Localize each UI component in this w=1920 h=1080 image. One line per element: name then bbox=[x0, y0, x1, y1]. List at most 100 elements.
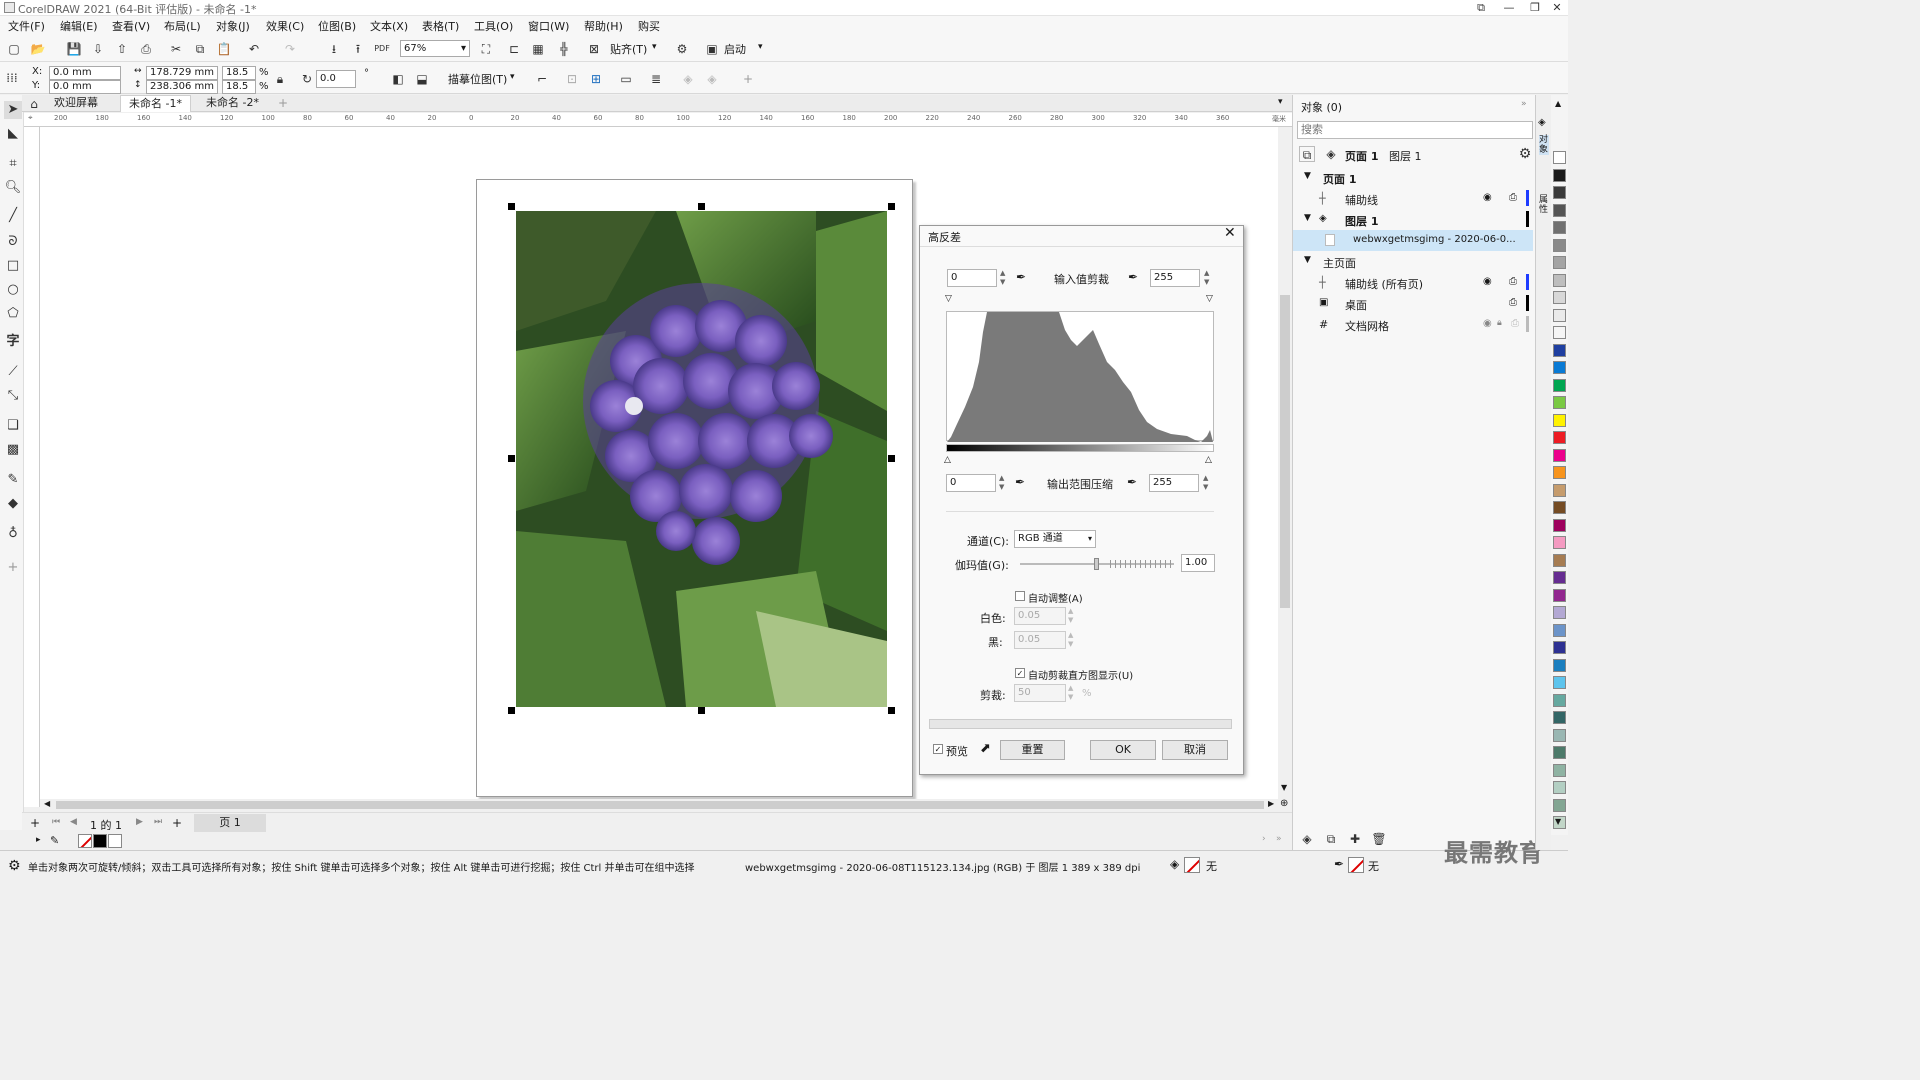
lock-icon[interactable]: 🔒︎ bbox=[1497, 318, 1502, 328]
edit-bitmap-icon[interactable]: ⊡ bbox=[564, 71, 580, 87]
black-spinner-icon[interactable]: ▲ ▼ bbox=[1068, 631, 1073, 649]
palette-swatch[interactable] bbox=[1553, 763, 1566, 777]
swatch-white[interactable] bbox=[108, 834, 122, 848]
export-pdf-icon[interactable]: PDF bbox=[374, 41, 390, 57]
palette-swatch[interactable] bbox=[1553, 273, 1566, 287]
dialog-close-button[interactable]: ✕ bbox=[1224, 225, 1236, 241]
palette-swatch[interactable] bbox=[1553, 606, 1566, 619]
next-page-icon[interactable]: ▶ bbox=[136, 817, 143, 827]
chevron-down-icon[interactable]: ▾ bbox=[758, 42, 763, 52]
first-page-icon[interactable]: ⏮ bbox=[52, 817, 60, 827]
tree-row-bitmap[interactable]: webwxgetmsgimg - 2020-06-0... bbox=[1293, 230, 1533, 251]
window-restore-small-icon[interactable]: ⧉ bbox=[1468, 0, 1494, 16]
transparency-tool-icon[interactable]: ▩ bbox=[4, 441, 22, 459]
add-tool-icon[interactable]: + bbox=[4, 559, 22, 577]
previous-page-icon[interactable]: ◀ bbox=[70, 817, 77, 827]
redo-icon[interactable]: ↷ bbox=[282, 41, 298, 57]
selection-handle-right[interactable] bbox=[888, 455, 895, 462]
palette-swatch[interactable] bbox=[1553, 168, 1566, 182]
white-spinner-icon[interactable]: ▲ ▼ bbox=[1068, 607, 1073, 625]
split-preview-icon[interactable]: ⬈ bbox=[980, 741, 991, 756]
palette-swatch[interactable] bbox=[1553, 553, 1566, 567]
palette-swatch[interactable] bbox=[1553, 798, 1566, 812]
objects-settings-gear-icon[interactable]: ⚙ bbox=[1517, 146, 1533, 162]
palette-swatch[interactable] bbox=[1553, 676, 1566, 689]
white-value-field[interactable]: 0.05 bbox=[1014, 607, 1066, 625]
crop-bitmap-icon[interactable]: ⌐ bbox=[534, 71, 550, 87]
print-icon[interactable]: ⎙ bbox=[1509, 192, 1517, 203]
app-launcher-icon[interactable]: ▣ bbox=[704, 41, 720, 57]
selection-handle-bottom-left[interactable] bbox=[508, 707, 515, 714]
options-gear-icon[interactable]: ⚙ bbox=[674, 41, 690, 57]
outline-none-swatch[interactable] bbox=[1348, 857, 1364, 873]
artistic-media-icon[interactable]: ᘐ bbox=[4, 233, 22, 251]
undo-icon[interactable]: ↶ bbox=[246, 41, 262, 57]
x-position-field[interactable]: 0.0 mm bbox=[49, 66, 121, 80]
objects-tab-icon[interactable]: ◈ bbox=[1538, 117, 1546, 128]
menu-object[interactable]: 对象(J) bbox=[216, 18, 250, 34]
input-max-eyedropper-icon[interactable]: ✒ bbox=[1128, 270, 1138, 284]
menu-help[interactable]: 帮助(H) bbox=[584, 18, 623, 34]
auto-adjust-checkbox[interactable] bbox=[1015, 591, 1025, 601]
palette-swatch[interactable] bbox=[1553, 151, 1566, 164]
palette-swatch[interactable] bbox=[1553, 203, 1566, 217]
show-grid-icon[interactable]: ▦ bbox=[530, 41, 546, 57]
print-icon[interactable]: ⎙ bbox=[1511, 318, 1519, 329]
palette-swatch[interactable] bbox=[1553, 641, 1566, 654]
width-field[interactable]: 178.729 mm bbox=[146, 66, 218, 80]
scroll-right-icon[interactable]: ▶ bbox=[1268, 799, 1274, 808]
layers-icon[interactable]: ◈ bbox=[1323, 146, 1339, 162]
selection-handle-left[interactable] bbox=[508, 455, 515, 462]
height-field[interactable]: 238.306 mm bbox=[146, 80, 218, 94]
horizontal-ruler[interactable]: ⌖ 200 180 160 140 120 100 80 60 40 20 0 20 40 60 80 100… bbox=[24, 113, 1292, 127]
menu-buy[interactable]: 购买 bbox=[638, 18, 660, 34]
menu-table[interactable]: 表格(T) bbox=[422, 18, 459, 34]
clip-value-field[interactable]: 50 bbox=[1014, 684, 1066, 702]
channel-select[interactable]: RGB 通道 ▾ bbox=[1014, 530, 1096, 548]
full-screen-preview-icon[interactable]: ⛶ bbox=[478, 41, 494, 57]
tree-row-guides-all-pages[interactable]: ┼ 辅助线 (所有页) ◉ ⎙ bbox=[1293, 272, 1533, 293]
shape-tool-icon[interactable]: ◣ bbox=[4, 125, 22, 143]
palette-swatch[interactable] bbox=[1553, 658, 1566, 672]
connector-tool-icon[interactable]: ⤡ bbox=[4, 387, 22, 405]
outline-pen-icon[interactable]: ✒ bbox=[1334, 857, 1344, 871]
gamma-slider-thumb[interactable] bbox=[1094, 558, 1099, 570]
palette-swatch[interactable] bbox=[1553, 588, 1566, 602]
output-min-eyedropper-icon[interactable]: ✒ bbox=[1015, 475, 1025, 489]
swatch-black[interactable] bbox=[93, 834, 107, 848]
interactive-fill-icon[interactable]: ◆ bbox=[4, 495, 22, 513]
menu-file[interactable]: 文件(F) bbox=[8, 18, 45, 34]
input-min-spinner-icon[interactable]: ▲ ▼ bbox=[1000, 269, 1005, 287]
parallel-dimension-icon[interactable]: ⟋ bbox=[4, 363, 22, 381]
mirror-horizontal-icon[interactable]: ◧ bbox=[390, 71, 406, 87]
visibility-eye-icon[interactable]: ◉ bbox=[1483, 318, 1492, 329]
object-origin-icon[interactable]: ⁞⁞⁞ bbox=[4, 70, 20, 86]
input-min-eyedropper-icon[interactable]: ✒ bbox=[1016, 270, 1026, 284]
eyedropper-icon[interactable]: ✎ bbox=[50, 834, 59, 847]
output-min-field[interactable]: 0 bbox=[946, 474, 996, 492]
tab-untitled-2[interactable]: 未命名 -2* bbox=[198, 95, 267, 112]
palette-swatch[interactable] bbox=[1553, 711, 1566, 724]
palette-swatch[interactable] bbox=[1553, 466, 1566, 479]
palette-swatch[interactable] bbox=[1553, 693, 1566, 707]
tree-row-desktop[interactable]: ▣ 桌面 ⎙ bbox=[1293, 293, 1533, 314]
scale-height-field[interactable]: 18.5 bbox=[222, 80, 256, 94]
show-rulers-icon[interactable]: ⊏ bbox=[506, 41, 522, 57]
selection-handle-top-left[interactable] bbox=[508, 203, 515, 210]
trace-bitmap-menu[interactable]: 描摹位图(T) bbox=[448, 71, 507, 87]
palette-scroll-down-icon[interactable]: ▼ bbox=[1555, 817, 1561, 826]
chevron-down-icon[interactable]: ▾ bbox=[652, 42, 657, 52]
new-master-layer-icon[interactable]: ⧉ bbox=[1323, 831, 1339, 847]
scroll-down-icon[interactable]: ▼ bbox=[1281, 783, 1287, 792]
close-window-button[interactable]: ✕ bbox=[1544, 0, 1570, 16]
palette-swatch[interactable] bbox=[1553, 431, 1566, 444]
hydrangea-bitmap[interactable] bbox=[516, 211, 887, 707]
new-layer-icon[interactable]: ◈ bbox=[1299, 831, 1315, 847]
import-icon[interactable]: ⭳ bbox=[326, 41, 342, 57]
palette-swatch[interactable] bbox=[1553, 256, 1566, 269]
to-back-icon[interactable]: ◈ bbox=[704, 71, 720, 87]
horizontal-scroll-thumb[interactable] bbox=[56, 801, 1264, 809]
page-view-icon[interactable]: ⧉ bbox=[1299, 146, 1315, 162]
palette-swatch[interactable] bbox=[1553, 623, 1566, 637]
fill-icon[interactable]: ◈ bbox=[1170, 857, 1179, 871]
